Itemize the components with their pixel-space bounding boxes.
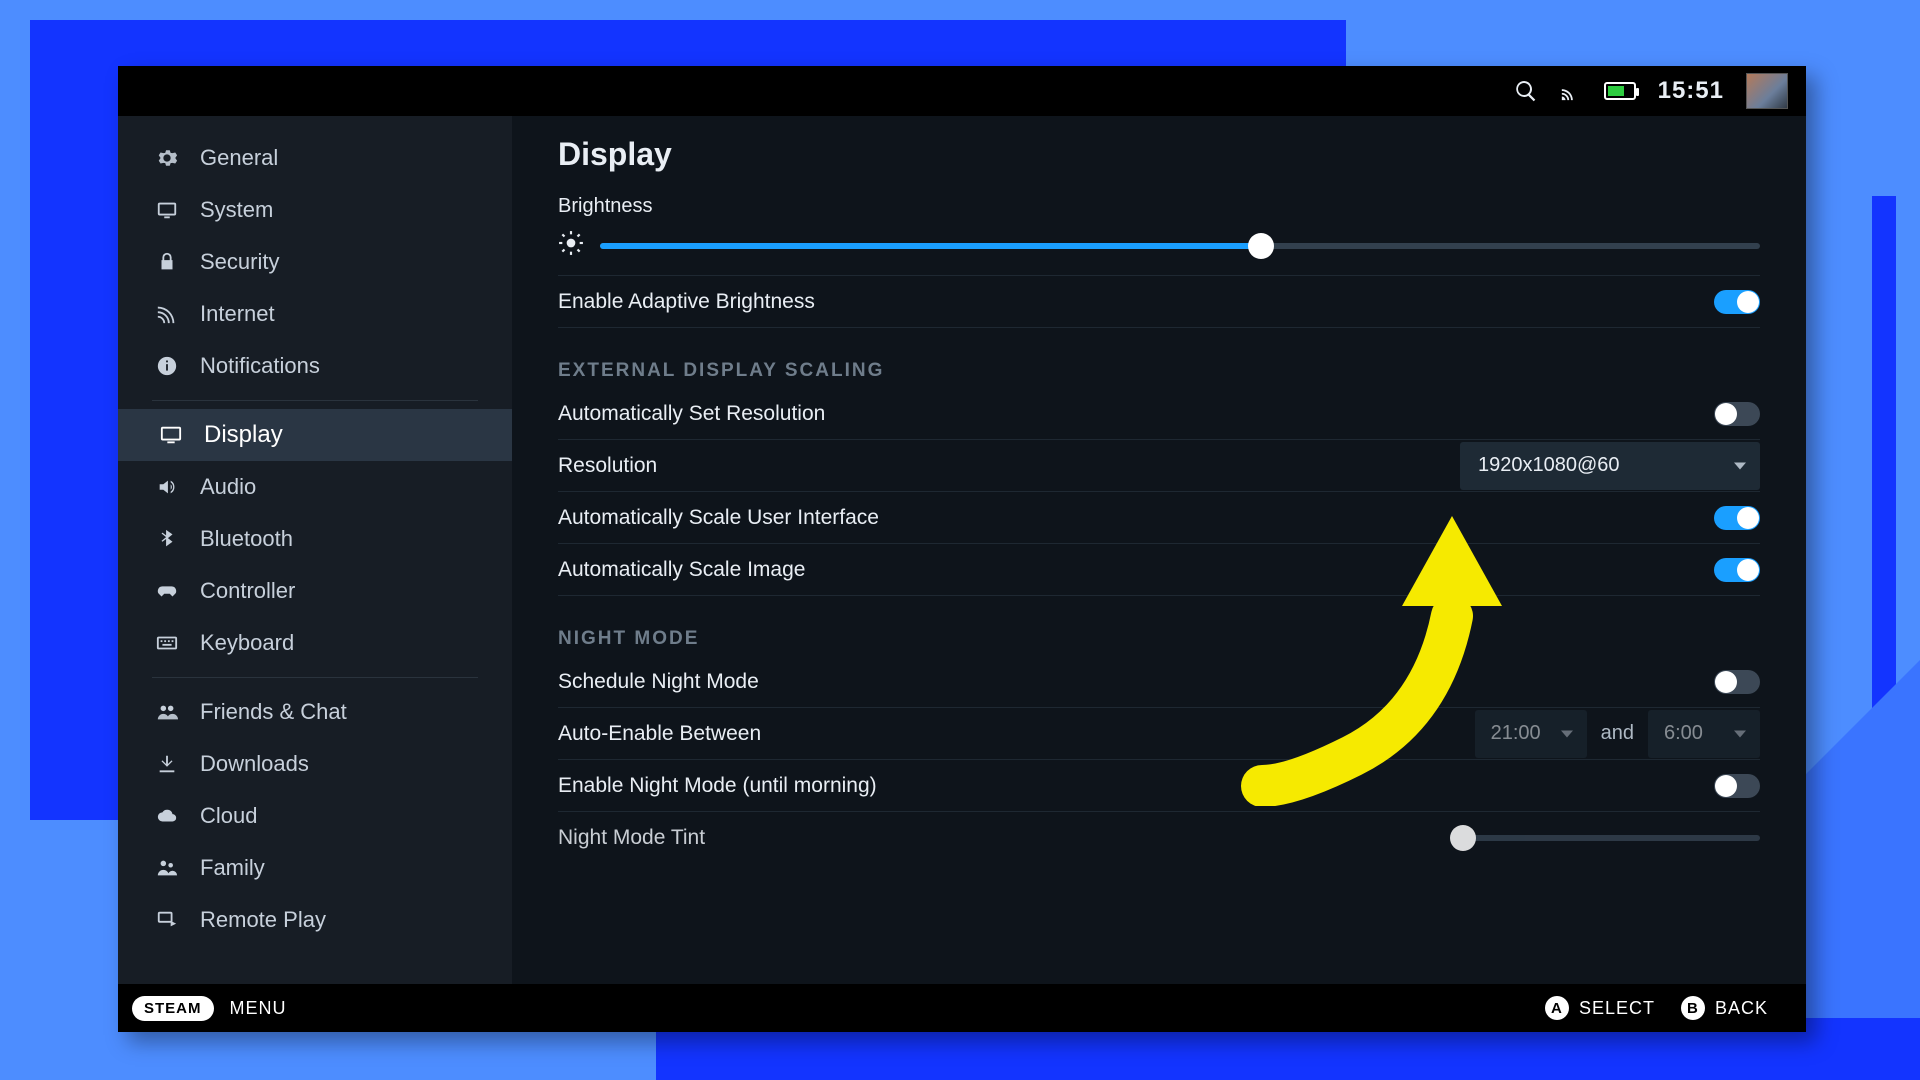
chevron-down-icon — [1561, 730, 1573, 737]
info-icon — [154, 353, 180, 379]
sidebar-item-label: Keyboard — [200, 630, 294, 656]
family-icon — [154, 855, 180, 881]
b-back-hint: B BACK — [1681, 996, 1768, 1020]
resolution-value: 1920x1080@60 — [1478, 454, 1620, 477]
steam-button[interactable]: STEAM — [132, 996, 214, 1021]
night-from-value: 21:00 — [1491, 722, 1541, 745]
bluetooth-icon — [154, 526, 180, 552]
resolution-dropdown[interactable]: 1920x1080@60 — [1460, 442, 1760, 490]
a-select-hint: A SELECT — [1545, 996, 1655, 1020]
auto-enable-label: Auto-Enable Between — [558, 722, 761, 746]
brightness-label: Brightness — [558, 195, 1760, 218]
sidebar-item-label: Friends & Chat — [200, 699, 347, 725]
sidebar-item-label: Bluetooth — [200, 526, 293, 552]
sidebar-item-keyboard[interactable]: Keyboard — [118, 617, 512, 669]
battery-icon — [1604, 82, 1636, 100]
sidebar-item-family[interactable]: Family — [118, 842, 512, 894]
sidebar-separator — [152, 400, 478, 401]
sidebar-item-general[interactable]: General — [118, 132, 512, 184]
chevron-down-icon — [1734, 462, 1746, 469]
schedule-night-label: Schedule Night Mode — [558, 670, 759, 694]
sidebar-item-controller[interactable]: Controller — [118, 565, 512, 617]
sidebar-item-label: Cloud — [200, 803, 257, 829]
search-icon[interactable] — [1514, 79, 1538, 103]
gear-icon — [154, 145, 180, 171]
sidebar-item-label: Internet — [200, 301, 275, 327]
sidebar-item-remoteplay[interactable]: Remote Play — [118, 894, 512, 946]
section-header-nightmode: NIGHT MODE — [558, 628, 1760, 650]
sidebar-item-label: Display — [204, 421, 283, 449]
status-bar: 15:51 — [118, 66, 1806, 116]
brightness-icon — [558, 230, 584, 261]
footer-bar: STEAM MENU A SELECT B BACK — [118, 984, 1806, 1032]
sidebar-item-internet[interactable]: Internet — [118, 288, 512, 340]
adaptive-brightness-label: Enable Adaptive Brightness — [558, 290, 815, 314]
auto-scale-image-toggle[interactable] — [1714, 558, 1760, 582]
sidebar-item-bluetooth[interactable]: Bluetooth — [118, 513, 512, 565]
section-header-external: EXTERNAL DISPLAY SCALING — [558, 360, 1760, 382]
settings-sidebar: General System Security Internet Notific… — [118, 116, 512, 984]
enable-until-morning-toggle[interactable] — [1714, 774, 1760, 798]
night-to-value: 6:00 — [1664, 722, 1703, 745]
menu-label: MENU — [230, 998, 287, 1019]
a-button-icon: A — [1545, 996, 1569, 1020]
sidebar-item-label: General — [200, 145, 278, 171]
resolution-label: Resolution — [558, 454, 657, 478]
cast-icon[interactable] — [1560, 80, 1582, 102]
sidebar-item-notifications[interactable]: Notifications — [118, 340, 512, 392]
keyboard-icon — [154, 630, 180, 656]
sidebar-item-label: Audio — [200, 474, 256, 500]
brightness-slider[interactable] — [558, 222, 1760, 276]
sidebar-item-label: Controller — [200, 578, 295, 604]
sidebar-item-audio[interactable]: Audio — [118, 461, 512, 513]
sidebar-item-system[interactable]: System — [118, 184, 512, 236]
night-tint-label: Night Mode Tint — [558, 826, 705, 850]
clock: 15:51 — [1658, 77, 1724, 105]
adaptive-brightness-toggle[interactable] — [1714, 290, 1760, 314]
download-icon — [154, 751, 180, 777]
auto-scale-image-label: Automatically Scale Image — [558, 558, 805, 582]
display-icon — [158, 422, 184, 448]
night-from-dropdown[interactable]: 21:00 — [1475, 710, 1587, 758]
schedule-night-toggle[interactable] — [1714, 670, 1760, 694]
page-title: Display — [558, 136, 1760, 173]
display-settings-panel: Display Brightness Enable Adaptive Brigh… — [512, 116, 1806, 984]
night-tint-slider[interactable] — [1460, 835, 1760, 841]
friends-icon — [154, 699, 180, 725]
night-to-dropdown[interactable]: 6:00 — [1648, 710, 1760, 758]
sidebar-item-security[interactable]: Security — [118, 236, 512, 288]
system-icon — [154, 197, 180, 223]
controller-icon — [154, 578, 180, 604]
sidebar-item-label: Notifications — [200, 353, 320, 379]
and-label: and — [1587, 722, 1648, 745]
auto-scale-ui-label: Automatically Scale User Interface — [558, 506, 879, 530]
sidebar-item-label: Security — [200, 249, 279, 275]
cloud-icon — [154, 803, 180, 829]
auto-scale-ui-toggle[interactable] — [1714, 506, 1760, 530]
sidebar-item-label: Remote Play — [200, 907, 326, 933]
audio-icon — [154, 474, 180, 500]
remoteplay-icon — [154, 907, 180, 933]
auto-resolution-label: Automatically Set Resolution — [558, 402, 825, 426]
sidebar-item-label: Downloads — [200, 751, 309, 777]
lock-icon — [154, 249, 180, 275]
enable-until-morning-label: Enable Night Mode (until morning) — [558, 774, 877, 798]
sidebar-item-friends[interactable]: Friends & Chat — [118, 686, 512, 738]
chevron-down-icon — [1734, 730, 1746, 737]
sidebar-item-label: Family — [200, 855, 265, 881]
settings-window: 15:51 General System Security Internet — [118, 66, 1806, 1032]
sidebar-item-display[interactable]: Display — [118, 409, 512, 461]
b-button-icon: B — [1681, 996, 1705, 1020]
sidebar-separator — [152, 677, 478, 678]
auto-resolution-toggle[interactable] — [1714, 402, 1760, 426]
avatar[interactable] — [1746, 73, 1788, 109]
sidebar-item-label: System — [200, 197, 273, 223]
sidebar-item-downloads[interactable]: Downloads — [118, 738, 512, 790]
wifi-icon — [154, 301, 180, 327]
sidebar-item-cloud[interactable]: Cloud — [118, 790, 512, 842]
